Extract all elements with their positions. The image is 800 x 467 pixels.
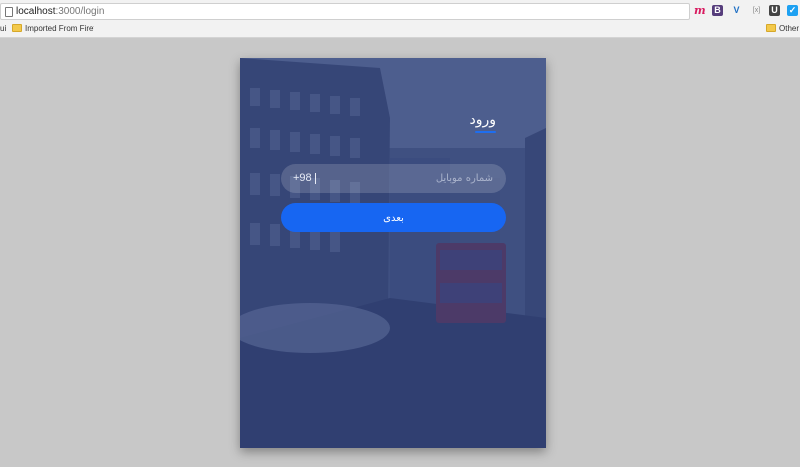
folder-icon [766, 24, 776, 32]
next-button[interactable]: بعدی [281, 203, 506, 232]
bookmark-fragment[interactable]: ui [0, 21, 6, 36]
bookmark-folder-imported[interactable]: Imported From Firefox [12, 21, 94, 36]
phone-number-input[interactable] [323, 164, 493, 193]
browser-chrome: localhost:3000/login m B V [x] U ✓ ui Im… [0, 0, 800, 38]
address-bar[interactable]: localhost:3000/login [0, 3, 690, 20]
phone-field[interactable]: +98 [281, 164, 506, 193]
bookmark-folder-other[interactable]: Other b [766, 21, 800, 36]
login-title: ورود [469, 112, 496, 128]
page-icon [5, 7, 13, 17]
vue-devtools-extension-icon[interactable]: V [731, 5, 742, 16]
login-card: ورود +98 بعدی [240, 58, 546, 448]
url-text: localhost:3000/login [16, 6, 105, 17]
bookmarks-bar: ui Imported From Firefox Other b [0, 21, 800, 36]
momentum-extension-icon[interactable]: m [694, 5, 706, 16]
country-code-prefix: +98 [293, 172, 312, 184]
folder-icon [12, 24, 22, 32]
background-overlay [240, 58, 546, 448]
check-extension-icon[interactable]: ✓ [787, 5, 798, 16]
prefix-divider [315, 173, 316, 184]
blank-extension-icon[interactable]: [x] [751, 5, 762, 16]
bootstrap-extension-icon[interactable]: B [712, 5, 723, 16]
title-underline [475, 131, 496, 133]
shield-extension-icon[interactable]: U [769, 5, 780, 16]
